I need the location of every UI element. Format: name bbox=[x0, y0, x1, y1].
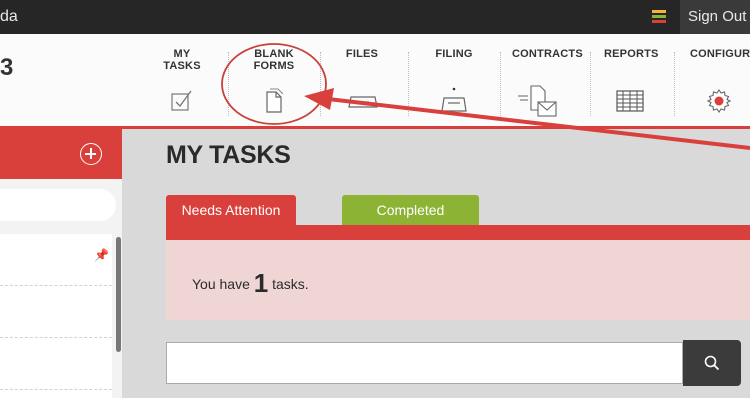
tray-icon bbox=[348, 96, 378, 108]
inbox-icon bbox=[441, 87, 467, 112]
nav-my-tasks[interactable]: MY TASKS bbox=[154, 48, 210, 111]
nav-blank-forms[interactable]: BLANK FORMS bbox=[246, 48, 302, 113]
nav-label: REPORTS bbox=[604, 48, 659, 60]
nav-label: MY TASKS bbox=[163, 48, 201, 72]
sign-out-button[interactable]: Sign Out bbox=[680, 0, 750, 34]
main-nav: 3 MY TASKS BLANK FORMS FILES FILING CONT… bbox=[0, 34, 750, 127]
pin-icon[interactable]: 📌 bbox=[94, 248, 109, 262]
nav-label: FILING bbox=[435, 48, 473, 60]
sidebar-list: 📌 bbox=[0, 234, 112, 398]
logo: 3 bbox=[0, 54, 14, 81]
nav-separator bbox=[320, 52, 321, 116]
send-document-icon bbox=[518, 85, 557, 117]
search-icon bbox=[704, 355, 720, 371]
tab-needs-attention[interactable]: Needs Attention bbox=[166, 195, 296, 225]
document-icon bbox=[266, 88, 284, 113]
list-item[interactable] bbox=[0, 286, 112, 338]
top-bar: da Sign Out bbox=[0, 0, 750, 34]
app-name: da bbox=[0, 8, 18, 25]
tab-completed[interactable]: Completed bbox=[342, 195, 479, 225]
list-item[interactable] bbox=[0, 338, 112, 390]
task-search-input[interactable] bbox=[166, 342, 683, 384]
nav-configure[interactable]: CONFIGURE bbox=[690, 48, 750, 113]
add-icon[interactable] bbox=[80, 143, 102, 165]
status-prefix: You have bbox=[192, 276, 254, 292]
nav-separator bbox=[228, 52, 229, 116]
list-item[interactable]: 📌 bbox=[0, 234, 112, 286]
menu-icon[interactable] bbox=[652, 10, 666, 23]
search-button[interactable] bbox=[683, 340, 741, 386]
nav-filing[interactable]: FILING bbox=[428, 48, 480, 112]
nav-label: FILES bbox=[345, 48, 379, 60]
sidebar-search-input[interactable] bbox=[0, 189, 116, 221]
task-status-text: You have 1 tasks. bbox=[192, 268, 309, 299]
nav-label: BLANK FORMS bbox=[253, 48, 295, 72]
status-suffix: tasks. bbox=[268, 276, 309, 292]
table-icon bbox=[616, 90, 644, 112]
nav-contracts[interactable]: CONTRACTS bbox=[512, 48, 583, 117]
nav-reports[interactable]: REPORTS bbox=[604, 48, 659, 112]
tab-bar bbox=[166, 225, 750, 240]
page-title: MY TASKS bbox=[166, 141, 291, 169]
sidebar-scrollbar[interactable] bbox=[116, 237, 121, 352]
task-status-panel: You have 1 tasks. bbox=[166, 240, 750, 320]
gear-icon bbox=[706, 89, 732, 113]
nav-separator bbox=[590, 52, 591, 116]
sidebar: 📌 bbox=[0, 129, 122, 398]
nav-separator bbox=[408, 52, 409, 116]
checkbox-icon bbox=[171, 90, 192, 111]
nav-label: CONTRACTS bbox=[512, 48, 583, 60]
task-count: 1 bbox=[253, 268, 269, 298]
sidebar-header bbox=[0, 129, 122, 179]
nav-separator bbox=[500, 52, 501, 116]
nav-separator bbox=[674, 52, 675, 116]
nav-label: CONFIGURE bbox=[690, 48, 750, 60]
main-content: MY TASKS Needs Attention Completed You h… bbox=[146, 129, 750, 398]
nav-files[interactable]: FILES bbox=[338, 48, 386, 108]
